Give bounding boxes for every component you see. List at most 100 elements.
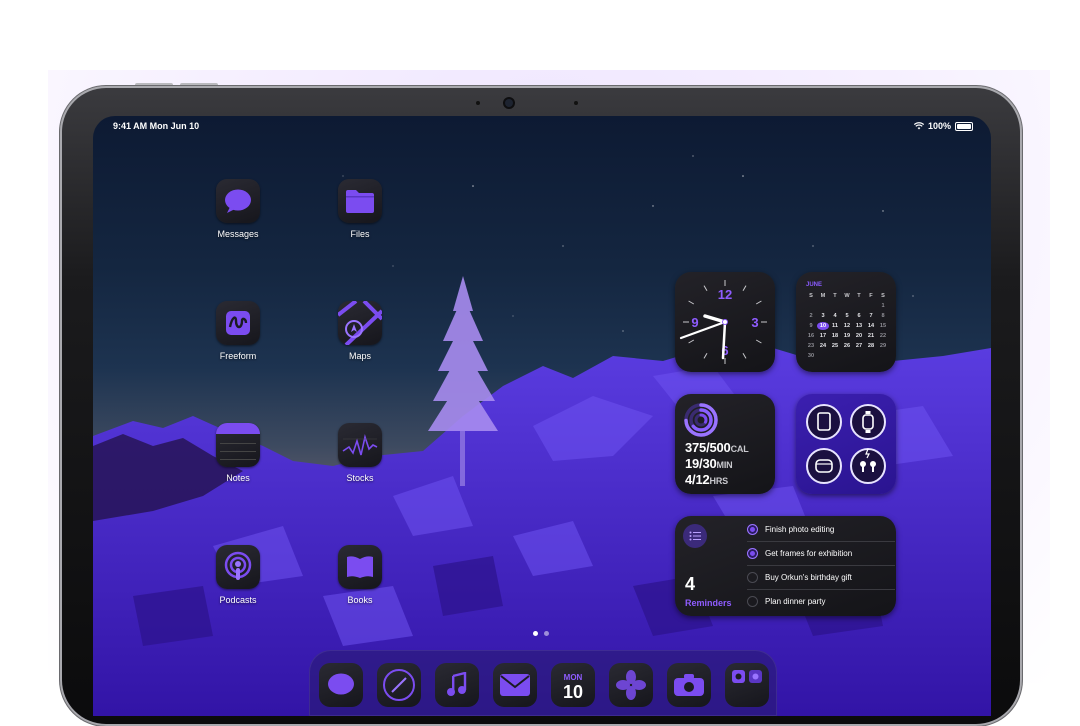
dock: MON 10 <box>309 650 777 716</box>
freeform-icon <box>216 301 260 345</box>
calendar-weekday: T <box>833 293 837 299</box>
checkbox-empty-icon[interactable] <box>747 596 758 607</box>
calendar-weekday: F <box>869 293 873 299</box>
calendar-day: 27 <box>855 343 863 349</box>
reminder-text: Plan dinner party <box>765 597 826 606</box>
calendar-day: 12 <box>843 323 851 329</box>
calendar-day: 15 <box>879 323 887 329</box>
app-label: Podcasts <box>219 595 257 605</box>
reminder-item[interactable]: Get frames for exhibition <box>747 542 895 566</box>
calendar-day <box>865 352 877 360</box>
photos-icon[interactable] <box>609 663 653 707</box>
reminders-label: Reminders <box>685 598 732 608</box>
move-stat: 375/500CAL <box>685 440 749 455</box>
clock-widget[interactable]: 12 3 6 9 <box>675 272 775 372</box>
reminder-text: Finish photo editing <box>765 525 835 534</box>
reminder-item[interactable]: Plan dinner party <box>747 590 895 613</box>
checkbox-checked-icon[interactable] <box>747 548 758 559</box>
reminder-item[interactable]: Buy Orkun's birthday gift <box>747 566 895 590</box>
app-maps[interactable]: Maps <box>325 301 395 361</box>
calendar-weekday: W <box>844 293 850 299</box>
calendar-day: 18 <box>831 333 839 339</box>
stand-stat: 4/12HRS <box>685 472 728 487</box>
page-indicator[interactable] <box>533 631 549 636</box>
calendar-day <box>841 302 853 310</box>
calendar-day-today: 10 <box>817 322 829 330</box>
hour-hand <box>703 314 727 324</box>
folder-icon <box>338 179 382 223</box>
app-stocks[interactable]: Stocks <box>325 423 395 483</box>
calendar-day <box>817 352 829 360</box>
calendar-day: 14 <box>867 323 875 329</box>
reminder-item[interactable]: Finish photo editing <box>747 518 895 542</box>
device-battery-rings <box>806 404 886 484</box>
calendar-weekday: S <box>809 293 813 299</box>
camera-icon[interactable] <box>667 663 711 707</box>
app-freeform[interactable]: Freeform <box>203 301 273 361</box>
calendar-day: 1 <box>881 303 885 309</box>
calendar-day: 5 <box>845 313 849 319</box>
calendar-day: 7 <box>869 313 873 319</box>
mail-icon[interactable] <box>493 663 537 707</box>
maps-icon <box>338 301 382 345</box>
calendar-month: JUNE <box>806 282 823 288</box>
calendar-day: 26 <box>843 343 851 349</box>
podcasts-icon <box>216 545 260 589</box>
page-dot-active[interactable] <box>533 631 538 636</box>
calendar-day: 20 <box>855 333 863 339</box>
dock-calendar-date: 10 <box>562 681 584 702</box>
sensor-right <box>574 101 578 105</box>
app-books[interactable]: Books <box>325 545 395 605</box>
fitness-widget[interactable]: 375/500CAL 19/30MIN 4/12HRS <box>675 394 775 494</box>
calendar-day: 4 <box>833 313 837 319</box>
app-messages[interactable]: Messages <box>203 179 273 239</box>
calendar-day: 24 <box>819 343 827 349</box>
app-files[interactable]: Files <box>325 179 395 239</box>
calendar-day <box>805 302 817 310</box>
calendar-widget[interactable]: JUNE S M T W T F S 1 2 3 4 5 6 7 8 9 10 11 12 13 14 15 16 17 18 1… <box>796 272 896 372</box>
front-camera <box>505 99 513 107</box>
messages-icon[interactable] <box>319 663 363 707</box>
analog-clock-face: 12 3 6 9 <box>679 280 767 364</box>
reminder-text: Buy Orkun's birthday gift <box>765 573 852 582</box>
reminders-widget[interactable]: 4 Reminders Finish photo editing Get fra… <box>675 516 896 616</box>
calendar-day <box>829 352 841 360</box>
calendar-day: 16 <box>807 333 815 339</box>
calendar-day: 6 <box>857 313 861 319</box>
status-time: 9:41 AM Mon Jun 10 <box>113 121 200 131</box>
reminder-text: Get frames for exhibition <box>765 549 853 558</box>
calendar-weekday: S <box>881 293 885 299</box>
status-bar: 9:41 AM Mon Jun 10 100% <box>93 116 991 136</box>
calendar-day <box>853 302 865 310</box>
app-podcasts[interactable]: Podcasts <box>203 545 273 605</box>
calendar-day: 30 <box>807 353 815 359</box>
messages-icon <box>216 179 260 223</box>
music-icon[interactable] <box>435 663 479 707</box>
calendar-day: 28 <box>867 343 875 349</box>
exercise-stat: 19/30MIN <box>685 456 733 471</box>
reminders-count: 4 <box>685 574 696 594</box>
clock-numeral-12: 12 <box>718 287 732 302</box>
app-label: Stocks <box>346 473 374 483</box>
app-label: Notes <box>226 473 250 483</box>
calendar-day: 11 <box>832 323 838 329</box>
calendar-day <box>817 302 829 310</box>
calendar-day <box>877 352 889 360</box>
safari-icon[interactable] <box>377 663 421 707</box>
checkbox-empty-icon[interactable] <box>747 572 758 583</box>
batteries-widget[interactable] <box>796 394 896 494</box>
clock-numeral-3: 3 <box>751 315 758 330</box>
calendar-icon[interactable]: MON 10 <box>551 663 595 707</box>
clock-numeral-9: 9 <box>691 315 698 330</box>
page-dot[interactable] <box>544 631 549 636</box>
app-label: Maps <box>348 351 371 361</box>
calendar-day <box>865 302 877 310</box>
checkbox-checked-icon[interactable] <box>747 524 758 535</box>
minute-hand-tail <box>679 320 727 340</box>
utilities-icon[interactable] <box>725 663 769 707</box>
app-label: Books <box>347 595 373 605</box>
calendar-grid: S M T W T F S 1 2 3 4 5 6 7 8 9 10 11 12 13 14 15 16 17 18 19 20 21… <box>805 292 889 360</box>
calendar-day: 22 <box>879 333 887 339</box>
home-screen: 9:41 AM Mon Jun 10 100% Messages Files F… <box>93 116 991 716</box>
app-notes[interactable]: Notes <box>203 423 273 483</box>
